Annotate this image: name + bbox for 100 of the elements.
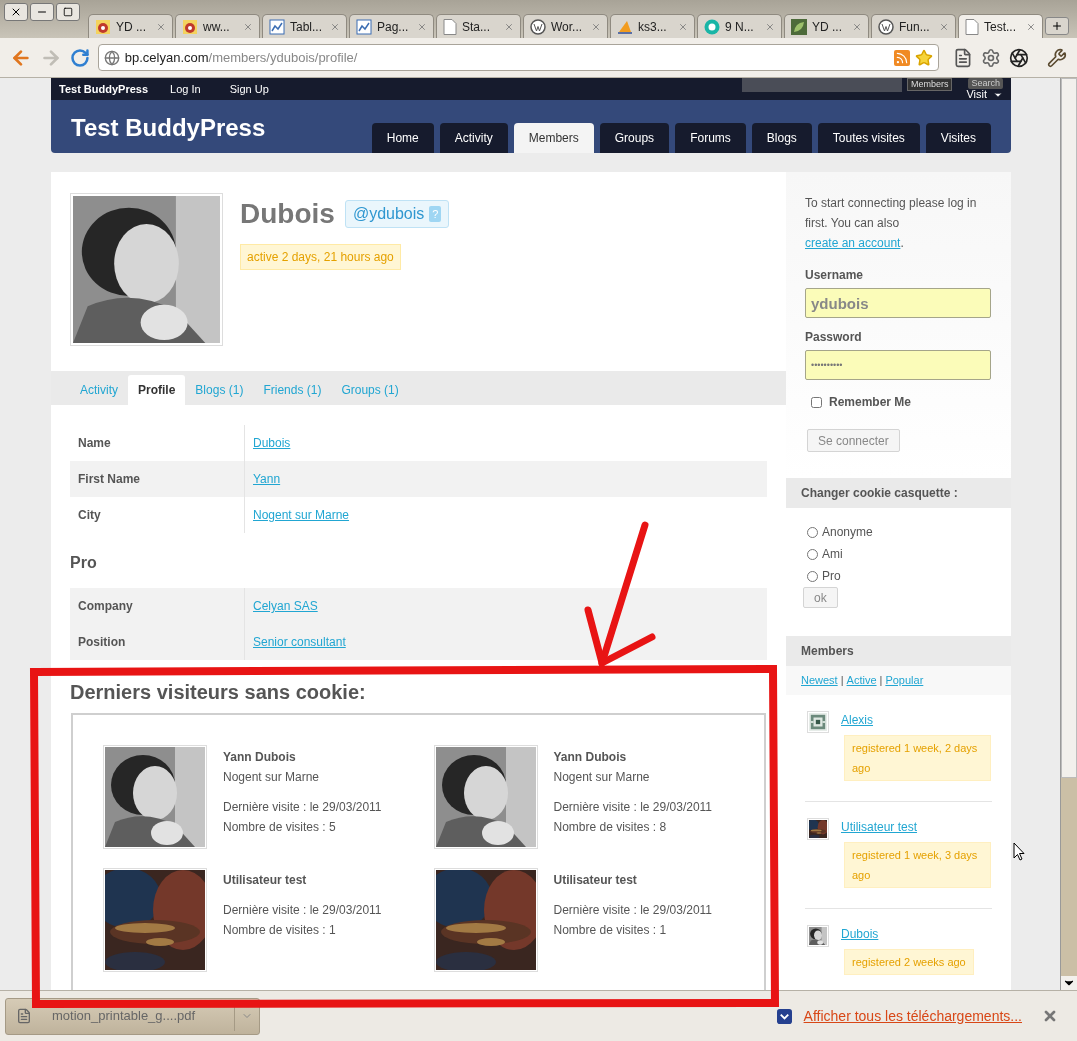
page-icon	[443, 18, 457, 35]
password-field[interactable]: ••••••••••	[805, 350, 991, 380]
search-field[interactable]	[741, 78, 902, 92]
close-tab-icon[interactable]	[765, 21, 775, 32]
nav-tab[interactable]: Home	[371, 123, 434, 153]
last-visit-text: Dernière visite : le 29/03/2011	[223, 902, 382, 919]
close-tab-icon[interactable]	[417, 21, 427, 32]
browser-tab[interactable]: 9 N...	[697, 14, 782, 38]
circle-logo-icon	[704, 18, 720, 35]
leaf-icon	[791, 18, 807, 35]
visit-count-text: Nombre de visites : 1	[223, 922, 337, 939]
radio-button[interactable]	[807, 526, 818, 538]
visitor-name: Yann Dubois	[553, 749, 628, 766]
nav-tab[interactable]: Blogs	[751, 123, 812, 153]
remember-checkbox[interactable]	[811, 396, 822, 408]
browser-tab[interactable]: Pag...	[349, 14, 434, 38]
visitor-city: Nogent sur Marne	[553, 769, 651, 786]
show-all-downloads-link[interactable]: Afficher tous les téléchargements...	[803, 1005, 1022, 1027]
profile-tab[interactable]: Profile	[128, 375, 186, 405]
visitor-city: Nogent sur Marne	[223, 769, 321, 786]
gear-icon[interactable]	[981, 47, 1002, 68]
browser-tab[interactable]: Sta...	[436, 14, 521, 38]
favicon-icon	[95, 18, 111, 35]
username-label: Username	[805, 267, 864, 284]
rss-icon[interactable]	[894, 49, 911, 66]
admin-link[interactable]: Log In	[170, 80, 201, 98]
visit-count-text: Nombre de visites : 1	[553, 922, 668, 939]
close-tab-icon[interactable]	[504, 21, 514, 32]
maximize-icon	[63, 7, 73, 17]
registered-tag: registered 1 week, 2 days ago	[844, 735, 991, 781]
search-scope-select[interactable]: Members	[906, 78, 953, 91]
minimize-button[interactable]	[30, 3, 54, 21]
password-label: Password	[805, 329, 862, 346]
registered-tag: registered 1 week, 3 days ago	[844, 842, 991, 888]
new-tab-button[interactable]	[1045, 17, 1069, 35]
visit-menu[interactable]: Visit	[966, 89, 1003, 100]
star-icon[interactable]	[915, 48, 934, 67]
nav-tab[interactable]: Forums	[675, 123, 746, 153]
close-tab-icon[interactable]	[156, 21, 166, 32]
last-visit-text: Dernière visite : le 29/03/2011	[223, 799, 382, 816]
browser-tab[interactable]: ks3...	[610, 14, 695, 38]
filter-separator: |	[879, 673, 883, 689]
username-tag: @ydubois ?	[344, 200, 450, 228]
globe-icon	[103, 49, 120, 66]
site-title[interactable]: Test BuddyPress	[71, 110, 266, 146]
radio-button[interactable]	[807, 570, 818, 582]
nav-tab[interactable]: Members	[513, 123, 594, 153]
nav-tab[interactable]: Visites	[925, 123, 991, 153]
radio-button[interactable]	[807, 548, 818, 560]
circle-logo-icon	[530, 18, 546, 35]
visit-count-text: Nombre de visites : 5	[223, 819, 337, 836]
chart-icon	[356, 18, 372, 35]
close-tab-icon[interactable]	[852, 21, 862, 32]
remember-label: Remember Me	[829, 394, 912, 411]
search-button[interactable]: Search	[968, 78, 1003, 89]
browser-tab[interactable]: ww...	[175, 14, 260, 38]
scrollbar[interactable]	[1060, 78, 1077, 990]
admin-site-link[interactable]: Test BuddyPress	[59, 80, 149, 98]
download-filename: motion_printable_g....pdf	[52, 1007, 197, 1026]
nav-tab[interactable]: Toutes visites	[817, 123, 920, 153]
aperture-icon[interactable]	[1009, 47, 1030, 68]
visitor-name: Yann Dubois	[223, 749, 297, 766]
reload-icon[interactable]	[69, 47, 90, 68]
visitors-heading: Derniers visiteurs sans cookie:	[70, 680, 367, 703]
radio-label: Pro	[822, 568, 841, 585]
address-bar[interactable]: bp.celyan.com/members/ydubois/profile/	[97, 44, 940, 71]
maximize-button[interactable]	[56, 3, 80, 21]
nav-tab[interactable]: Activity	[439, 123, 508, 153]
close-tab-icon[interactable]	[1026, 21, 1036, 32]
admin-link[interactable]: Sign Up	[229, 80, 269, 98]
browser-tab[interactable]: Fun...	[871, 14, 956, 38]
visitor-name: Utilisateur test	[553, 872, 638, 889]
profile-name: Dubois	[240, 197, 335, 231]
url-host: bp.celyan.com	[124, 48, 209, 67]
circle-logo-icon	[878, 18, 894, 35]
close-tab-icon[interactable]	[330, 21, 340, 32]
visitor-name: Utilisateur test	[223, 872, 308, 889]
close-window-button[interactable]	[4, 3, 28, 21]
browser-tab[interactable]: Test...	[958, 14, 1043, 38]
browser-tab[interactable]: YD ...	[784, 14, 869, 38]
close-tab-icon[interactable]	[678, 21, 688, 32]
browser-tab[interactable]: YD ...	[88, 14, 173, 38]
browser-tab[interactable]: Tabl...	[262, 14, 347, 38]
browser-tab[interactable]: Wor...	[523, 14, 608, 38]
last-visit-text: Dernière visite : le 29/03/2011	[553, 799, 713, 816]
login-intro-text: To start connecting please log in first. You can also create an account.	[805, 195, 978, 252]
nav-tab[interactable]: Groups	[599, 123, 670, 153]
close-icon[interactable]	[1042, 1008, 1058, 1024]
field-group-heading: Pro	[70, 553, 98, 573]
favicon-icon	[182, 18, 198, 35]
wrench-icon[interactable]	[1047, 47, 1067, 68]
activity-tag: active 2 days, 21 hours ago	[240, 244, 401, 270]
scroll-down-icon[interactable]	[1061, 976, 1077, 990]
close-tab-icon[interactable]	[939, 21, 949, 32]
scrollbar-thumb[interactable]	[1061, 78, 1077, 778]
radio-label: Anonyme	[822, 524, 873, 541]
page-icon	[965, 18, 979, 35]
plus-icon	[1051, 20, 1063, 32]
close-tab-icon[interactable]	[591, 21, 601, 32]
close-tab-icon[interactable]	[243, 21, 253, 32]
